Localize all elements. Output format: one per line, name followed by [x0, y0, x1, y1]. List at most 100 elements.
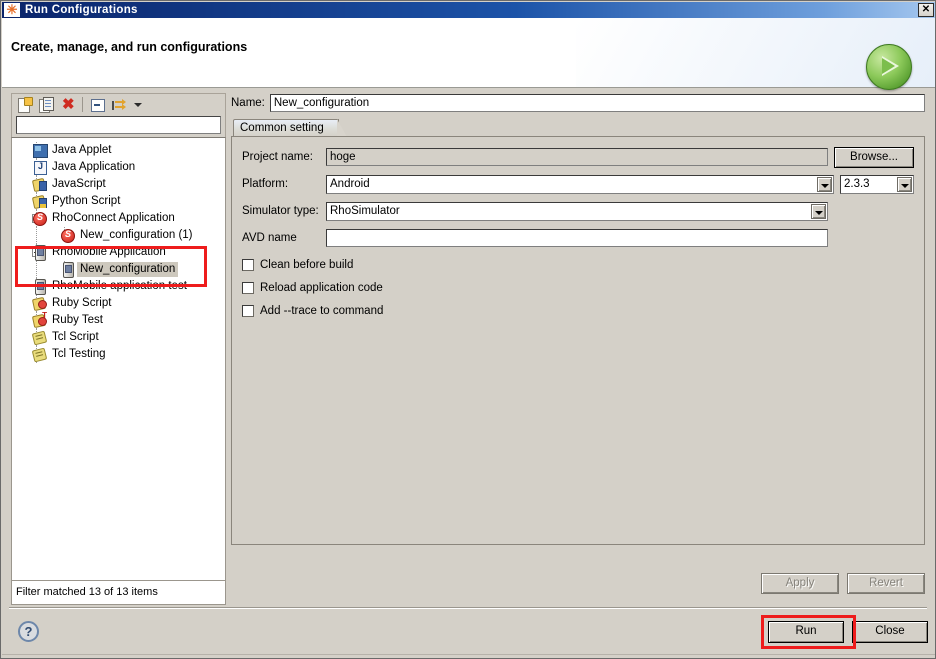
project-name-input[interactable]: hoge — [326, 148, 828, 166]
new-configuration-icon[interactable] — [14, 96, 34, 114]
reload-application-code-checkbox[interactable] — [242, 281, 254, 294]
add-trace-to-command-row[interactable]: Add --trace to command — [242, 301, 914, 320]
tab-strip: Common setting — [231, 119, 925, 137]
apply-button[interactable]: Apply — [761, 572, 839, 594]
chevron-down-icon[interactable] — [897, 176, 912, 192]
window-title: Run Configurations — [25, 4, 138, 16]
ruby-script-icon — [31, 296, 47, 312]
close-icon[interactable]: ✕ — [918, 3, 934, 17]
run-button[interactable]: Run — [768, 621, 844, 643]
tab-common-setting[interactable]: Common setting — [233, 119, 347, 137]
tree-item-label: Ruby Test — [52, 314, 103, 326]
configuration-editor: Name: New_configuration Common setting P… — [231, 93, 925, 605]
platform-value: Android — [330, 177, 370, 190]
tree-item-ruby-test[interactable]: T Ruby Test — [12, 311, 225, 329]
javascript-icon — [31, 177, 47, 193]
tcl-testing-icon — [31, 347, 48, 363]
toolbar-separator — [82, 97, 83, 112]
java-applet-icon — [32, 143, 48, 158]
dialog-banner: Create, manage, and run configurations — [2, 18, 935, 90]
window-titlebar: ✳ Run Configurations ✕ — [2, 2, 935, 18]
tree-item-label: Tcl Testing — [52, 348, 106, 360]
tree-item-rhoconnect-new-configuration-1[interactable]: New_configuration (1) — [12, 227, 225, 244]
rhomobile-device-icon — [32, 245, 47, 261]
reload-application-code-row[interactable]: Reload application code — [242, 278, 914, 297]
simulator-type-label: Simulator type: — [242, 205, 319, 217]
clean-before-build-label: Clean before build — [260, 258, 354, 271]
configuration-name-label: Name: — [231, 97, 265, 109]
platform-version-select[interactable]: 2.3.3 — [840, 174, 914, 194]
tree-item-label: RhoMobile application test — [52, 280, 187, 292]
delete-configuration-icon[interactable]: ✖ — [58, 96, 78, 114]
avd-name-row: AVD name — [242, 228, 914, 248]
tree-item-tcl-testing[interactable]: Tcl Testing — [12, 346, 225, 363]
configurations-toolbar: ✖ — [11, 93, 226, 115]
filter-container — [11, 115, 226, 137]
tree-item-javascript[interactable]: JavaScript — [12, 176, 225, 193]
filter-input[interactable] — [16, 116, 221, 134]
tree-item-java-applet[interactable]: Java Applet — [12, 142, 225, 159]
banner-heading: Create, manage, and run configurations — [11, 40, 248, 54]
avd-name-label: AVD name — [242, 232, 297, 244]
help-question-icon[interactable]: ? — [18, 621, 39, 642]
project-name-row: Project name: hoge Browse... — [242, 146, 914, 168]
rhomobile-device-icon — [32, 279, 47, 295]
rhomobile-device-icon — [60, 262, 75, 278]
simulator-type-row: Simulator type: RhoSimulator — [242, 201, 914, 221]
browse-button[interactable]: Browse... — [834, 146, 914, 168]
revert-button[interactable]: Revert — [847, 572, 925, 594]
window-bottom-edge — [2, 654, 935, 657]
tree-item-label: New_configuration (1) — [80, 229, 193, 241]
tree-item-rhomobile-application-test[interactable]: RhoMobile application test — [12, 278, 225, 295]
tree-item-label: JavaScript — [52, 178, 106, 190]
tree-item-label: Ruby Script — [52, 297, 112, 309]
platform-row: Platform: Android 2.3.3 — [242, 174, 914, 194]
java-application-icon — [32, 160, 47, 175]
tree-item-ruby-script[interactable]: Ruby Script — [12, 295, 225, 312]
tree-item-label: RhoMobile Application — [52, 246, 166, 258]
close-button[interactable]: Close — [852, 621, 928, 643]
common-setting-panel: Project name: hoge Browse... Platform: A… — [231, 136, 925, 545]
footer-divider — [9, 607, 927, 609]
tree-item-tcl-script[interactable]: Tcl Script — [12, 329, 225, 346]
rhoconnect-icon — [60, 228, 75, 243]
tree-item-label: Java Application — [52, 161, 136, 173]
configuration-name-input[interactable]: New_configuration — [269, 94, 925, 112]
simulator-type-value: RhoSimulator — [330, 204, 400, 217]
chevron-down-icon[interactable] — [817, 176, 832, 192]
duplicate-configuration-icon[interactable] — [36, 96, 56, 114]
tree-item-label: RhoConnect Application — [52, 212, 175, 224]
platform-version-value: 2.3.3 — [844, 177, 870, 190]
chevron-down-icon[interactable] — [134, 102, 142, 107]
tree-item-java-application[interactable]: Java Application — [12, 159, 225, 176]
tree-item-rhoconnect-application[interactable]: RhoConnect Application — [12, 210, 225, 227]
tree-item-label: Python Script — [52, 195, 121, 207]
avd-name-input[interactable] — [326, 229, 828, 247]
tree-item-label: Tcl Script — [52, 331, 99, 343]
tree-item-rhomobile-application[interactable]: RhoMobile Application — [12, 244, 225, 261]
green-run-play-icon — [866, 44, 912, 90]
simulator-type-select[interactable]: RhoSimulator — [326, 201, 828, 221]
filter-link-icon[interactable] — [109, 96, 129, 114]
rhoconnect-icon — [32, 211, 47, 226]
clean-before-build-row[interactable]: Clean before build — [242, 255, 914, 274]
platform-label: Platform: — [242, 178, 289, 190]
tree-item-label: Java Applet — [52, 144, 112, 156]
add-trace-to-command-label: Add --trace to command — [260, 304, 384, 317]
eclipse-star-icon: ✳ — [4, 3, 20, 17]
collapse-all-icon[interactable] — [87, 96, 107, 114]
platform-select[interactable]: Android — [326, 174, 834, 194]
tree-item-python-script[interactable]: Python Script — [12, 193, 225, 210]
python-script-icon — [31, 194, 47, 210]
run-configurations-dialog: ✳ Run Configurations ✕ Create, manage, a… — [0, 0, 936, 659]
clean-before-build-checkbox[interactable] — [242, 258, 254, 271]
chevron-down-icon[interactable] — [811, 203, 826, 219]
tree-item-rhomobile-new-configuration[interactable]: New_configuration — [12, 261, 225, 278]
configuration-name-row: Name: New_configuration — [231, 93, 925, 113]
add-trace-to-command-checkbox[interactable] — [242, 304, 254, 317]
project-name-label: Project name: — [242, 151, 313, 163]
tree-item-label: New_configuration — [77, 262, 179, 277]
configurations-panel: ✖ Java Applet Java Application — [11, 93, 226, 605]
tcl-script-icon — [31, 330, 48, 346]
configurations-tree[interactable]: Java Applet Java Application JavaScript … — [11, 137, 226, 581]
